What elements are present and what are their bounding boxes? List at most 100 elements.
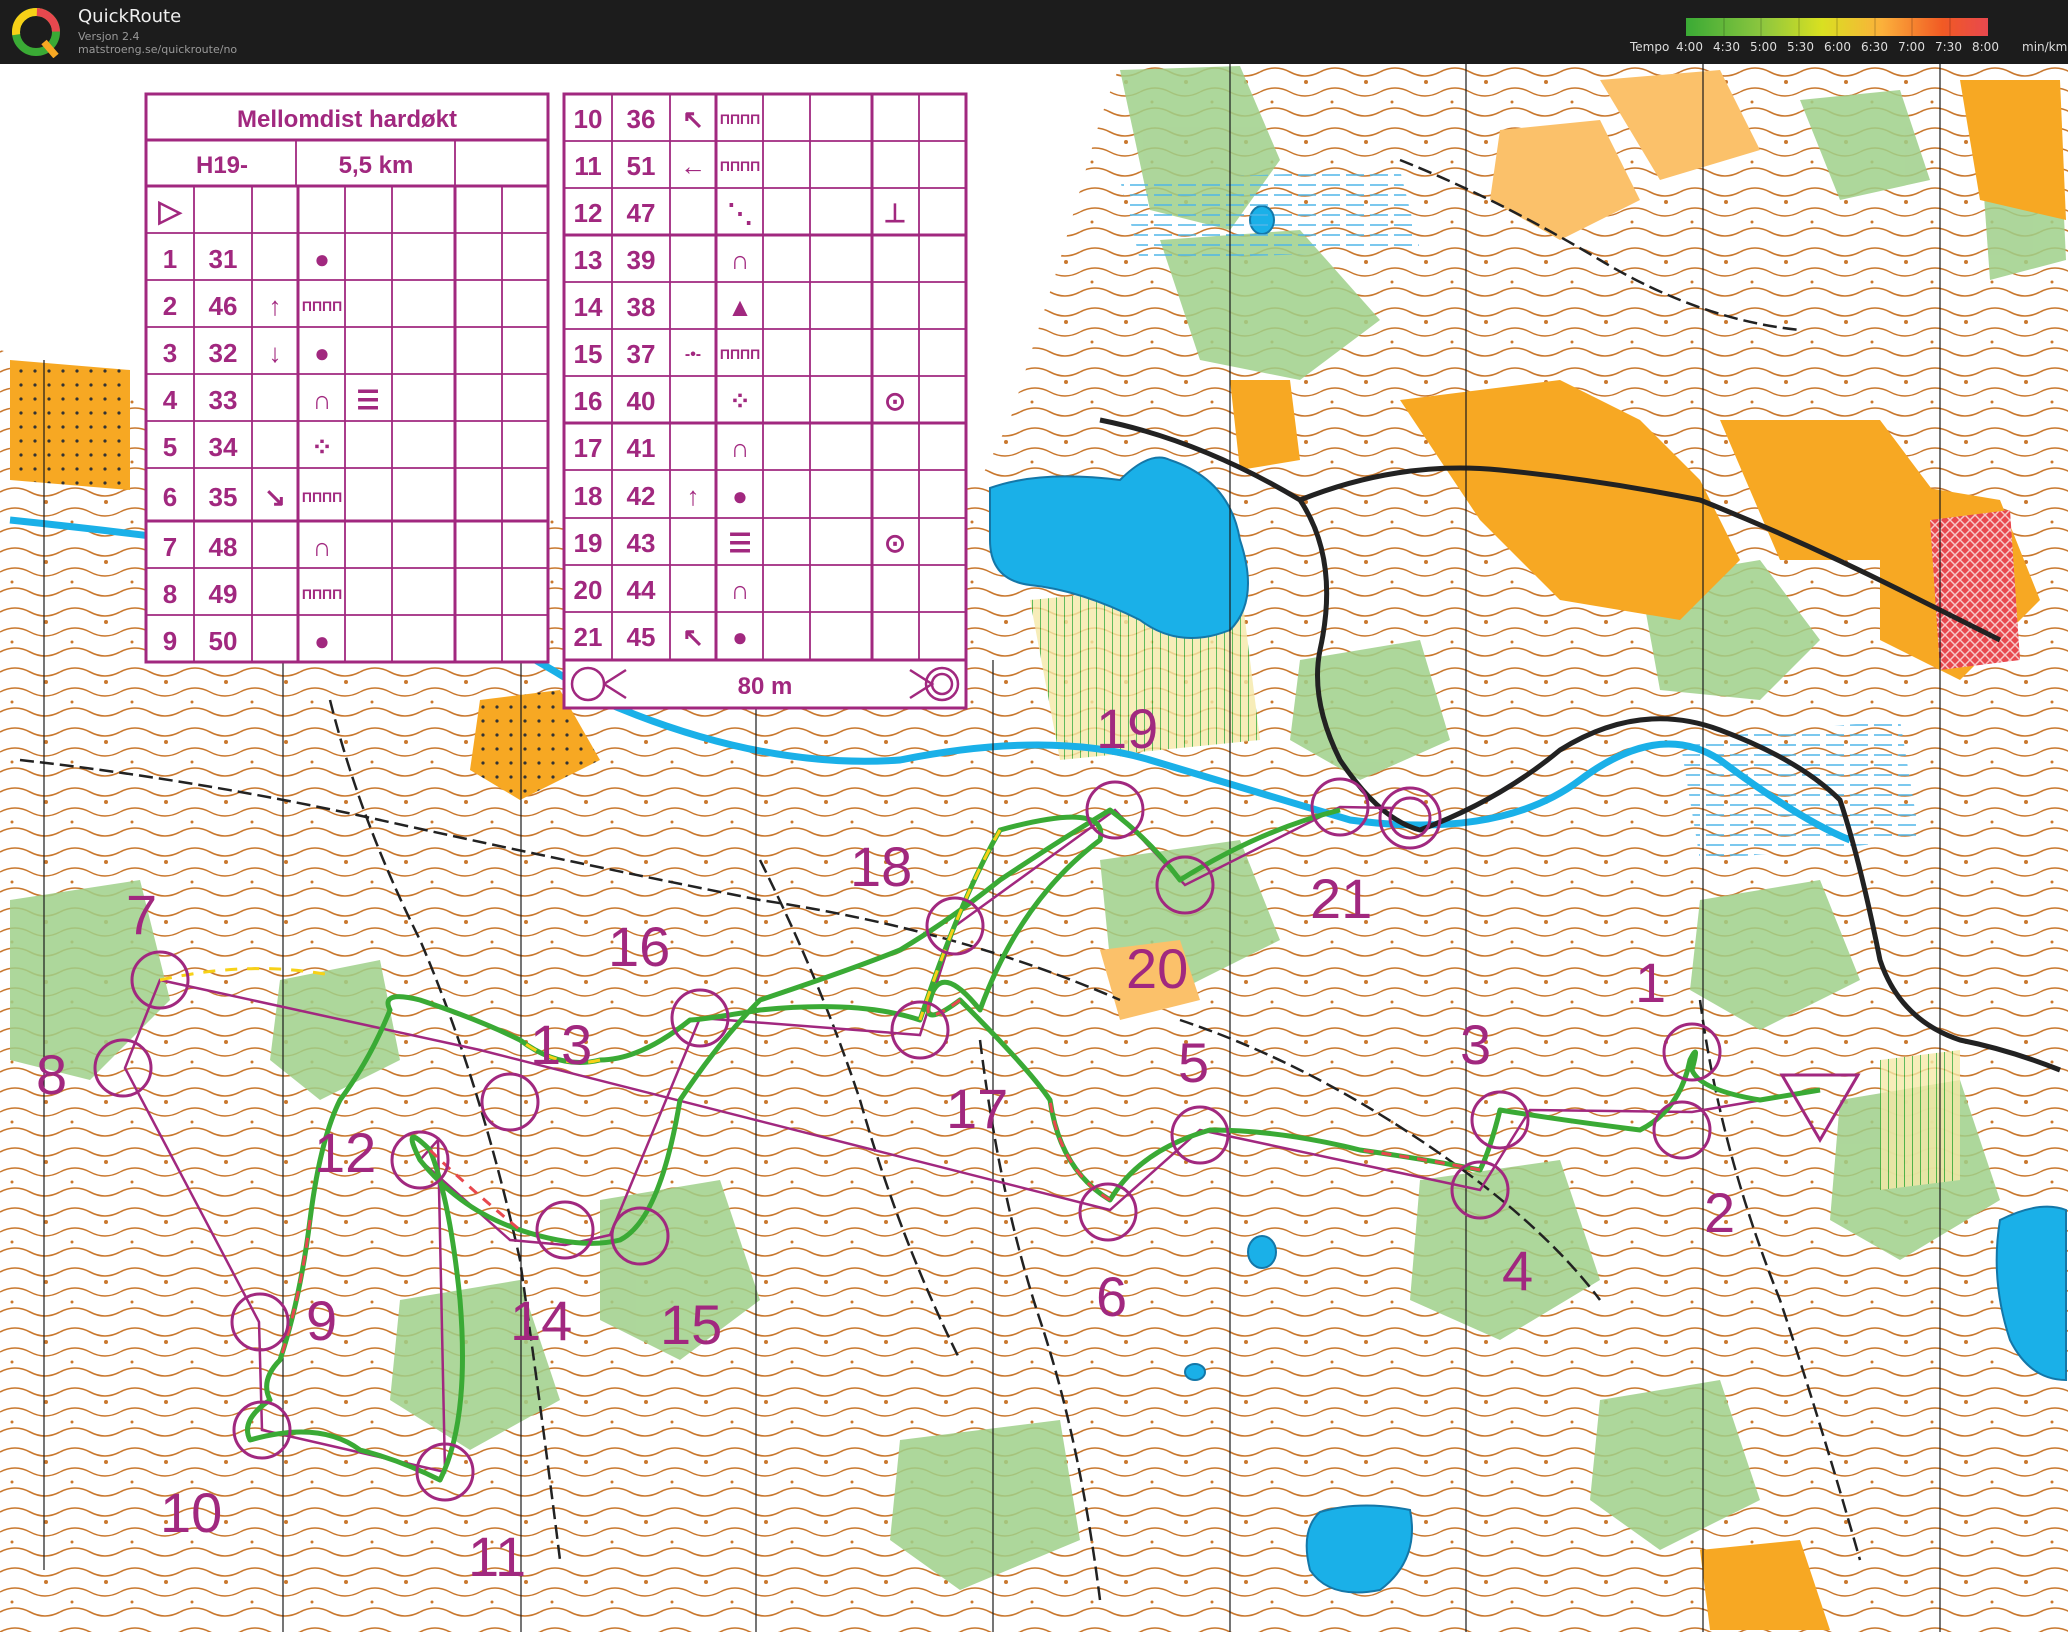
control-seq: 16 <box>574 386 603 416</box>
control-feature: ∩ <box>313 532 332 562</box>
control-seq: 14 <box>574 292 603 322</box>
control-code: 46 <box>209 291 238 321</box>
control-number: 15 <box>660 1293 722 1356</box>
control-code: 48 <box>209 532 238 562</box>
control-seq: 11 <box>574 151 602 181</box>
control-number: 7 <box>126 883 157 946</box>
control-number: 2 <box>1704 1181 1735 1244</box>
tempo-tick: 4:00 <box>1676 40 1703 54</box>
control-number: 8 <box>36 1043 67 1106</box>
tempo-tick: 6:30 <box>1861 40 1888 54</box>
tempo-unit: min/km <box>2022 40 2068 54</box>
control-code: 51 <box>627 151 656 181</box>
control-seq: 13 <box>574 245 603 275</box>
event-title: Mellomdist hardøkt <box>237 106 457 133</box>
marsh-area <box>1680 720 1920 860</box>
control-seq: 8 <box>163 579 177 609</box>
settlement-area <box>1930 510 2020 670</box>
control-seq: 6 <box>163 482 177 512</box>
control-seq: 1 <box>163 244 177 274</box>
control-code: 35 <box>209 482 238 512</box>
control-seq: 15 <box>574 339 603 369</box>
control-number: 10 <box>160 1481 222 1544</box>
control-feature: ∩ <box>313 385 332 415</box>
control-detail: ☰ <box>356 385 379 415</box>
control-feature: ПППП <box>720 111 760 127</box>
control-seq: 2 <box>163 291 177 321</box>
control-feature: ☰ <box>728 528 751 558</box>
control-code: 47 <box>627 198 656 228</box>
control-feature: ПППП <box>720 158 760 174</box>
orienteering-map[interactable]: 1 2 3 4 5 6 7 8 9 10 11 12 13 14 15 16 1… <box>0 64 2068 1632</box>
control-feature: ● <box>314 244 330 274</box>
course-class: H19- <box>196 152 248 179</box>
control-seq: 21 <box>574 622 603 652</box>
control-feature: ПППП <box>302 489 342 505</box>
control-direction: ↓ <box>269 338 282 368</box>
control-seq: 20 <box>574 575 603 605</box>
control-number: 11 <box>468 1525 526 1588</box>
control-direction: ↑ <box>269 291 282 321</box>
tempo-tick: 7:30 <box>1935 40 1962 54</box>
control-code: 33 <box>209 385 238 415</box>
tempo-tick: 5:30 <box>1787 40 1814 54</box>
control-number: 4 <box>1502 1239 1533 1302</box>
control-seq: 18 <box>574 481 603 511</box>
control-feature: ⋱ <box>727 198 753 228</box>
control-code: 40 <box>627 386 656 416</box>
control-number: 16 <box>608 915 670 978</box>
control-extra: ⊥ <box>884 198 907 228</box>
control-feature: ▲ <box>727 292 753 322</box>
finish-distance: 80 m <box>738 673 793 700</box>
control-number: 18 <box>850 835 912 898</box>
tempo-tick: 7:00 <box>1898 40 1925 54</box>
control-code: 31 <box>209 244 238 274</box>
description-sheet-right: 10 36 ↖ ПППП 11 51 ← ПППП 12 47 ⋱ ⊥ 13 3… <box>562 92 968 710</box>
tempo-label: Tempo <box>1630 40 1670 54</box>
app-title: QuickRoute <box>78 6 182 27</box>
control-feature: ● <box>732 622 748 652</box>
control-number: 13 <box>530 1013 592 1076</box>
control-feature: ПППП <box>302 298 342 314</box>
app-url: matstroeng.se/quickroute/no <box>78 43 238 56</box>
control-number: 3 <box>1460 1013 1491 1076</box>
control-direction: -•- <box>685 346 701 363</box>
control-feature: ⁘ <box>311 432 333 462</box>
control-number: 20 <box>1126 937 1188 1000</box>
marsh-area <box>1120 170 1420 260</box>
tempo-color-scale <box>1686 18 1988 36</box>
control-code: 42 <box>627 481 656 511</box>
control-code: 34 <box>209 432 238 462</box>
quickroute-logo-icon <box>12 8 60 58</box>
tempo-tick: 8:00 <box>1972 40 1999 54</box>
control-code: 50 <box>209 626 238 656</box>
control-seq: 19 <box>574 528 603 558</box>
control-code: 36 <box>627 104 656 134</box>
control-direction: ← <box>680 151 706 181</box>
control-direction: ↑ <box>687 481 700 511</box>
control-code: 38 <box>627 292 656 322</box>
control-extra: ⊙ <box>884 386 906 416</box>
control-feature: ● <box>314 338 330 368</box>
control-feature: ● <box>732 481 748 511</box>
app-titlebar: QuickRoute Versjon 2.4 matstroeng.se/qui… <box>0 0 2068 64</box>
control-code: 32 <box>209 338 238 368</box>
control-seq: 12 <box>574 198 603 228</box>
control-extra: ⊙ <box>884 528 906 558</box>
control-seq: 5 <box>163 432 177 462</box>
control-seq: 9 <box>163 626 177 656</box>
control-feature: ПППП <box>302 586 342 602</box>
tempo-tick: 4:30 <box>1713 40 1740 54</box>
control-number: 5 <box>1178 1031 1209 1094</box>
control-code: 39 <box>627 245 656 275</box>
control-code: 43 <box>627 528 656 558</box>
control-seq: 4 <box>163 385 178 415</box>
control-feature: ⁘ <box>729 386 751 416</box>
control-code: 49 <box>209 579 238 609</box>
control-number: 12 <box>314 1121 376 1184</box>
tempo-tick: 5:00 <box>1750 40 1777 54</box>
control-feature: ∩ <box>731 245 750 275</box>
tempo-tick: 6:00 <box>1824 40 1851 54</box>
control-seq: 10 <box>574 104 603 134</box>
control-seq: 17 <box>574 433 603 463</box>
